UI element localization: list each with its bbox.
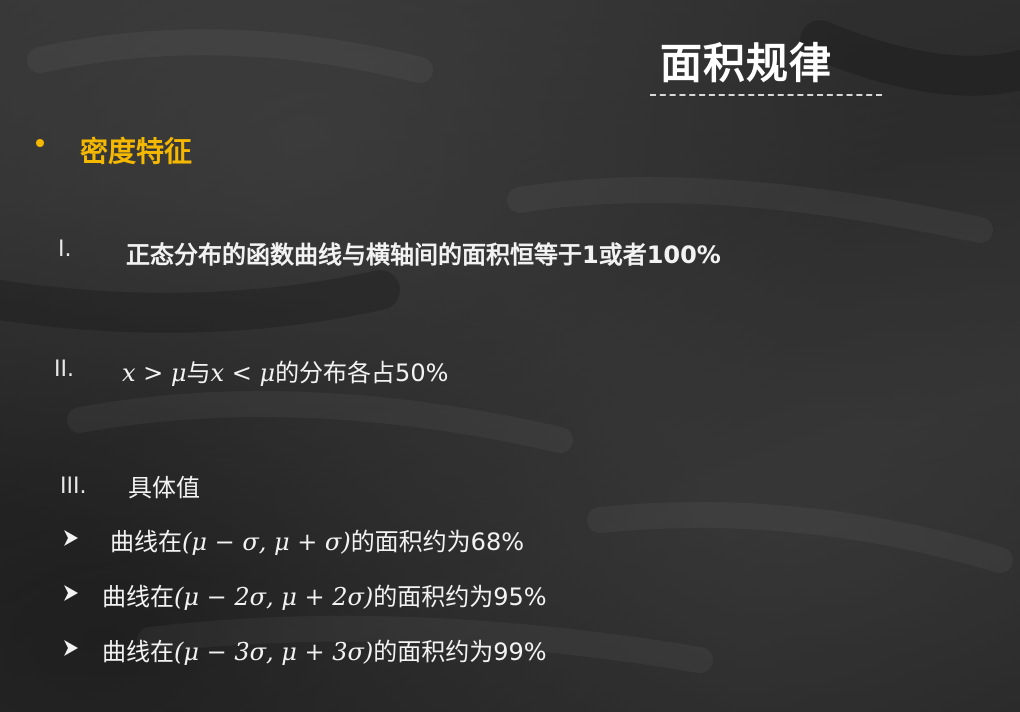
item-2-numeral: II. [54,357,74,382]
item-1-text: 正态分布的函数曲线与横轴间的面积恒等于1或者100% [126,241,721,269]
sub-item-interval: (μ − 2σ, μ + 2σ) [174,583,374,611]
item-3-text: 具体值 [128,474,200,502]
sub-item-interval: (μ − 3σ, μ + 3σ) [174,638,374,666]
item-2-rest: 的分布各占50% [275,359,449,387]
math-x: x [210,359,225,387]
chalkboard-slide: 面积规律 密度特征 I. 正态分布的函数曲线与横轴间的面积恒等于1或者100% … [0,0,1020,712]
item-1-numeral: I. [58,237,72,262]
dot-bullet-icon [36,139,44,147]
sub-item-interval: (μ − σ, μ + σ) [182,528,351,556]
math-mu: μ [259,359,276,387]
slide-title: 面积规律 [660,39,833,88]
sub-item-68: 曲线在(μ − σ, μ + σ)的面积约为68% [110,522,524,557]
item-2-conjunction: 与 [186,359,211,387]
math-x: x [122,359,136,387]
math-less-than: < [224,359,260,387]
sub-item-prefix: 曲线在 [102,583,174,611]
sub-item-95: 曲线在(μ − 2σ, μ + 2σ)的面积约为95% [102,577,547,612]
arrow-bullet-icon [64,530,78,546]
sub-item-99: 曲线在(μ − 3σ, μ + 3σ)的面积约为99% [102,632,547,667]
sub-item-prefix: 曲线在 [110,528,182,556]
sub-item-suffix: 的面积约为68% [350,528,525,556]
arrow-bullet-icon [64,640,78,656]
sub-item-suffix: 的面积约为95% [373,583,547,611]
math-mu: μ [170,359,187,387]
item-2-text: x > μ与x < μ的分布各占50% [122,353,448,388]
math-greater-than: > [135,359,171,387]
sub-item-suffix: 的面积约为99% [373,638,547,666]
item-3-numeral: III. [60,474,87,499]
section-heading: 密度特征 [80,135,193,168]
arrow-bullet-icon [64,585,78,601]
title-dashed-underline [650,94,882,96]
sub-item-prefix: 曲线在 [102,638,174,666]
